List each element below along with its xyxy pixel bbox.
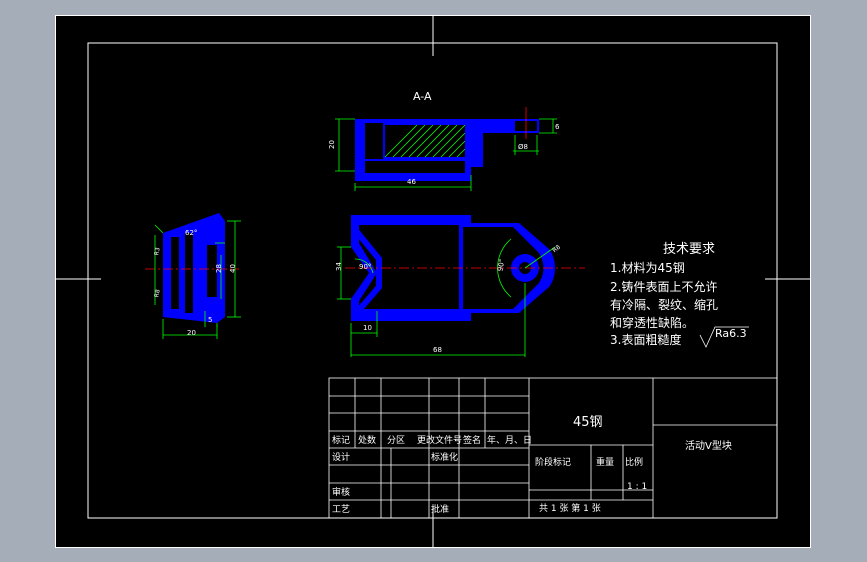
label-approve: 批准 — [431, 503, 449, 515]
label-date: 年、月、日 — [487, 434, 532, 446]
tech-item-2: 2.铸件表面上不允许 — [610, 279, 717, 294]
tech-item-4: 和穿透性缺陷。 — [610, 315, 694, 330]
side-groove-2 — [185, 233, 193, 313]
dim-left-angle: 62° — [185, 229, 197, 237]
label-mark: 标记 — [332, 434, 350, 446]
label-stage-mark: 阶段标记 — [535, 456, 571, 468]
dim-front-w1: 10 — [363, 324, 372, 332]
dim-left-h1: 28 — [215, 264, 223, 273]
label-sign: 签名 — [463, 434, 481, 446]
label-process: 工艺 — [332, 504, 350, 515]
material-text: 45钢 — [573, 415, 603, 430]
dim-left-w1: 20 — [187, 329, 196, 337]
dim-front-h: 34 — [335, 262, 343, 271]
label-standard: 标准化 — [431, 451, 458, 463]
label-design: 设计 — [332, 451, 350, 463]
dim-left-h2: 40 — [229, 264, 237, 273]
dim-left-r2: R8 — [153, 289, 161, 298]
dim-left-w2: 5 — [208, 316, 212, 324]
label-scale: 比例 — [625, 456, 643, 468]
drawing-canvas: A-A 20 46 Ø8 6 62° 28 40 20 5 R3 R8 34 9… — [55, 15, 811, 548]
section-label: A-A — [413, 90, 432, 103]
section-lower-slot — [365, 161, 465, 173]
tech-requirements: 技术要求 1.材料为45钢 2.铸件表面上不允许 有冷隔、裂纹、缩孔 和穿透性缺… — [610, 242, 749, 348]
dim-top-length: 46 — [407, 178, 416, 186]
dim-front-ang1: 90° — [359, 263, 371, 271]
front-view — [345, 215, 585, 321]
tech-roughness: Ra6.3 — [715, 327, 747, 340]
label-weight: 重量 — [596, 456, 614, 468]
part-name-text: 活动V型块 — [685, 439, 732, 452]
tech-item-5: 3.表面粗糙度 — [610, 332, 681, 347]
scale-value: 1 : 1 — [627, 482, 647, 492]
side-groove-1 — [171, 237, 179, 309]
label-review: 审核 — [332, 486, 350, 498]
section-slot — [365, 123, 383, 159]
section-lug-step — [471, 133, 483, 167]
sheets-text: 共 1 张 第 1 张 — [539, 502, 601, 514]
drawing-sheet: A-A 20 46 Ø8 6 62° 28 40 20 5 R3 R8 34 9… — [55, 15, 811, 548]
label-zone: 分区 — [387, 435, 405, 446]
dim-top-height: 20 — [328, 140, 336, 149]
section-view — [355, 107, 539, 181]
dim-top-hole: Ø8 — [518, 143, 528, 151]
dim-left-r1: R3 — [153, 247, 161, 256]
dim-top-small: 6 — [555, 123, 560, 131]
label-change-doc: 更改文件号 — [417, 434, 462, 446]
label-count: 处数 — [358, 434, 376, 446]
dim-front-w2: 68 — [433, 346, 442, 354]
tech-item-1: 1.材料为45钢 — [610, 261, 685, 275]
tech-title: 技术要求 — [663, 242, 715, 257]
dim-front-r: R8 — [551, 244, 562, 255]
tech-item-3: 有冷隔、裂纹、缩孔 — [610, 297, 718, 312]
